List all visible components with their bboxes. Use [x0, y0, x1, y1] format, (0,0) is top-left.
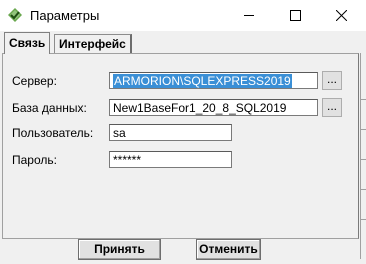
minimize-button[interactable]: [226, 0, 272, 31]
server-input[interactable]: ARMORION\SQLEXPRESS2019: [109, 72, 318, 89]
database-browse-button[interactable]: ...: [322, 98, 342, 117]
user-label: Пользователь:: [12, 126, 94, 140]
divider-tick: [361, 129, 366, 130]
app-diamond-icon: [8, 8, 22, 22]
tab-connection[interactable]: Связь: [4, 32, 51, 54]
divider-tick: [361, 99, 366, 100]
minimize-icon: [244, 15, 254, 16]
tab-interface[interactable]: Интерфейс: [54, 34, 132, 54]
user-input[interactable]: sa: [109, 124, 232, 141]
tab-strip: Связь Интерфейс: [0, 31, 366, 55]
maximize-icon: [289, 10, 301, 21]
title-bar[interactable]: Параметры: [0, 0, 366, 31]
database-label: База данных:: [12, 101, 87, 115]
side-divider: [360, 53, 366, 259]
accept-button[interactable]: Принять: [78, 239, 161, 260]
divider-tick: [361, 159, 366, 160]
server-browse-button[interactable]: ...: [322, 71, 342, 90]
maximize-button[interactable]: [272, 0, 318, 31]
server-label: Сервер:: [12, 74, 57, 88]
close-button[interactable]: [318, 0, 364, 31]
password-label: Пароль:: [12, 153, 57, 167]
password-input[interactable]: ******: [109, 151, 232, 168]
server-value: ARMORION\SQLEXPRESS2019: [113, 74, 292, 88]
parameters-window: Параметры Связь Интерфейс Сервер: ARMORI…: [0, 0, 366, 264]
cancel-button[interactable]: Отменить: [196, 239, 261, 260]
divider-tick: [361, 219, 366, 220]
divider-tick: [361, 189, 366, 190]
window-title: Параметры: [30, 8, 100, 23]
close-icon: [335, 10, 347, 21]
database-input[interactable]: New1BaseFor1_20_8_SQL2019: [109, 99, 318, 116]
